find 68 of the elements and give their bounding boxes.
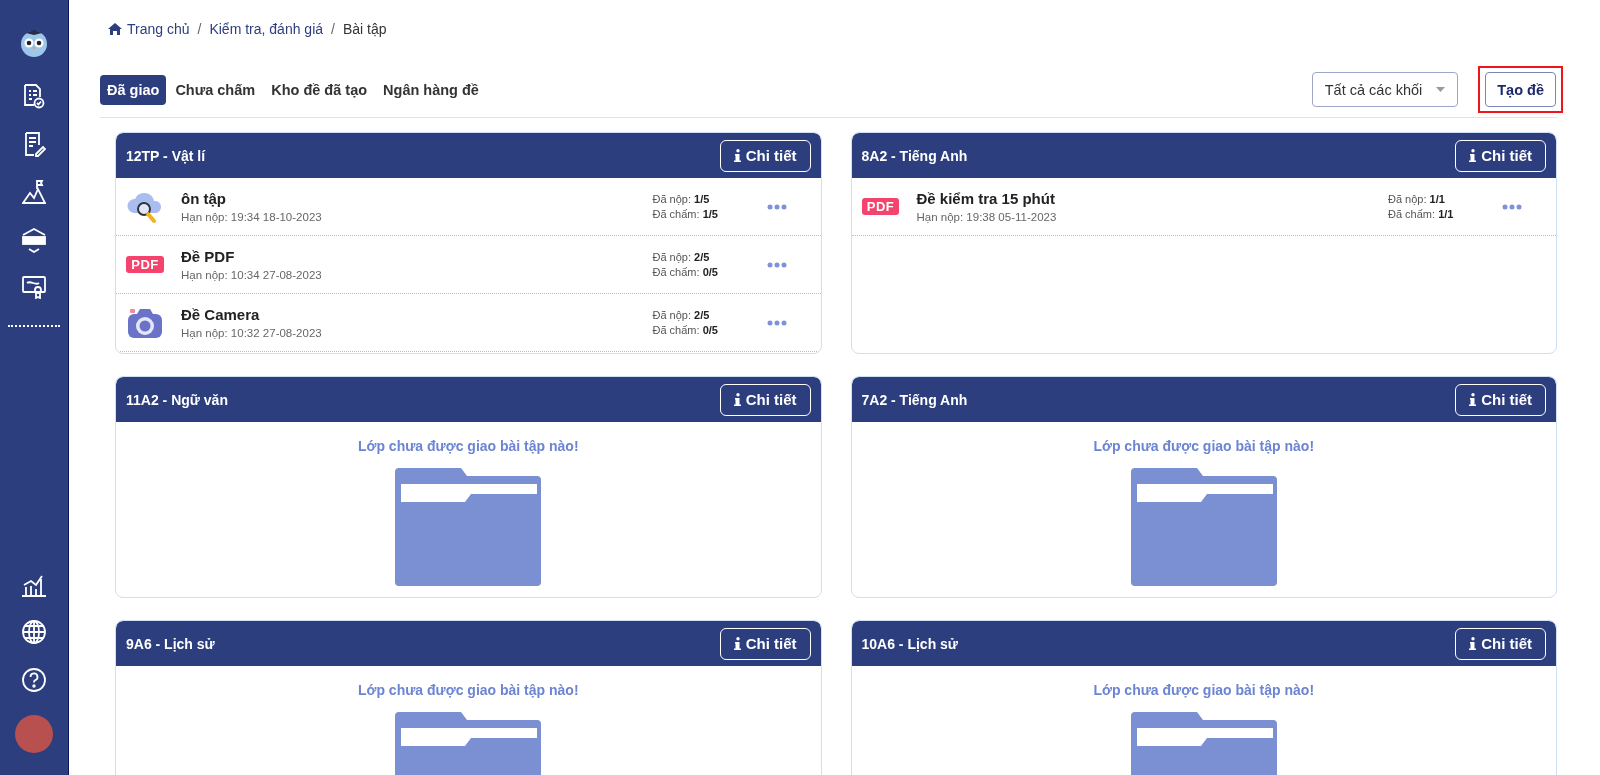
breadcrumb-link[interactable]: Trang chủ (127, 21, 190, 37)
graded-count: Đã chấm: 1/5 (652, 208, 718, 220)
class-title: 9A6 - Lịch sử (126, 635, 215, 652)
mountain-flag-icon[interactable] (22, 179, 46, 205)
assignment-title[interactable]: Đề Camera (181, 306, 260, 323)
certificate-icon[interactable] (21, 275, 47, 299)
detail-button[interactable]: Chi tiết (1455, 139, 1546, 172)
folder-icon (1130, 468, 1277, 586)
pdf-icon: PDF (126, 256, 164, 273)
submitted-count: Đã nộp: 1/5 (652, 193, 710, 205)
pdf-icon: PDF (861, 198, 900, 215)
info-icon (1469, 149, 1477, 162)
deadline-text: Hạn nộp: 19:34 18-10-2023 (181, 211, 322, 223)
owl-logo-icon[interactable] (19, 28, 49, 58)
tab[interactable]: Ngân hàng đề (376, 74, 486, 105)
globe-icon[interactable] (21, 619, 47, 645)
empty-message: Lớp chưa được giao bài tập nào! (1093, 682, 1315, 698)
dots-icon (1502, 203, 1522, 210)
graded-count: Đã chấm: 0/5 (652, 266, 718, 278)
detail-button[interactable]: Chi tiết (719, 383, 811, 416)
dots-icon (766, 203, 787, 210)
help-icon[interactable] (21, 667, 47, 693)
detail-button[interactable]: Chi tiết (719, 139, 811, 172)
deadline-text: Hạn nộp: 10:32 27-08-2023 (181, 327, 322, 339)
document-check-icon[interactable] (22, 83, 46, 109)
caret-icon (1436, 87, 1446, 92)
submitted-count: Đã nộp: 2/5 (652, 309, 710, 321)
submitted-count: Đã nộp: 1/1 (1388, 193, 1445, 205)
folder-icon (395, 468, 542, 586)
class-title: 7A2 - Tiếng Anh (861, 391, 968, 408)
dots-icon (766, 319, 787, 326)
detail-button[interactable]: Chi tiết (719, 627, 811, 660)
info-icon (733, 637, 741, 650)
class-title: 8A2 - Tiếng Anh (861, 147, 968, 164)
detail-button[interactable]: Chi tiết (1455, 627, 1546, 660)
dots-icon (766, 261, 787, 268)
info-icon (733, 393, 741, 406)
chart-icon[interactable] (21, 573, 47, 597)
deadline-text: Hạn nộp: 10:34 27-08-2023 (181, 269, 322, 281)
tab[interactable]: Đã giao (100, 74, 167, 105)
empty-message: Lớp chưa được giao bài tập nào! (1093, 438, 1315, 454)
home-icon[interactable] (108, 23, 122, 35)
document-pencil-icon[interactable] (22, 131, 46, 157)
info-icon (1469, 637, 1477, 650)
info-icon (1469, 393, 1477, 406)
graded-count: Đã chấm: 1/1 (1388, 208, 1454, 220)
tab[interactable]: Chưa chấm (168, 74, 263, 105)
class-title: 10A6 - Lịch sử (861, 635, 958, 652)
class-title: 12TP - Vật lí (126, 147, 206, 164)
deadline-text: Hạn nộp: 19:38 05-11-2023 (916, 211, 1057, 223)
graded-count: Đã chấm: 0/5 (652, 324, 718, 336)
breadcrumb-link[interactable]: Kiểm tra, đánh giá (209, 21, 324, 37)
empty-message: Lớp chưa được giao bài tập nào! (357, 438, 579, 454)
breadcrumb-current: Bài tập (342, 21, 387, 37)
create-exam-button[interactable]: Tạo đề (1485, 72, 1556, 107)
assignment-title[interactable]: Đề kiểm tra 15 phút (916, 190, 1055, 207)
info-icon (733, 149, 741, 162)
empty-message: Lớp chưa được giao bài tập nào! (357, 682, 579, 698)
submitted-count: Đã nộp: 2/5 (652, 251, 710, 263)
tab[interactable]: Kho đề đã tạo (264, 74, 375, 105)
detail-button[interactable]: Chi tiết (1455, 383, 1546, 416)
class-title: 11A2 - Ngữ văn (126, 391, 228, 408)
assignment-title[interactable]: Đề PDF (181, 248, 235, 265)
assignment-title[interactable]: ôn tập (181, 190, 226, 207)
breadcrumb-separator: / (197, 21, 202, 37)
ielts-icon[interactable] (21, 227, 47, 253)
breadcrumb-separator: / (331, 21, 335, 37)
grade-filter-dropdown[interactable]: Tất cả các khối (1311, 72, 1459, 107)
